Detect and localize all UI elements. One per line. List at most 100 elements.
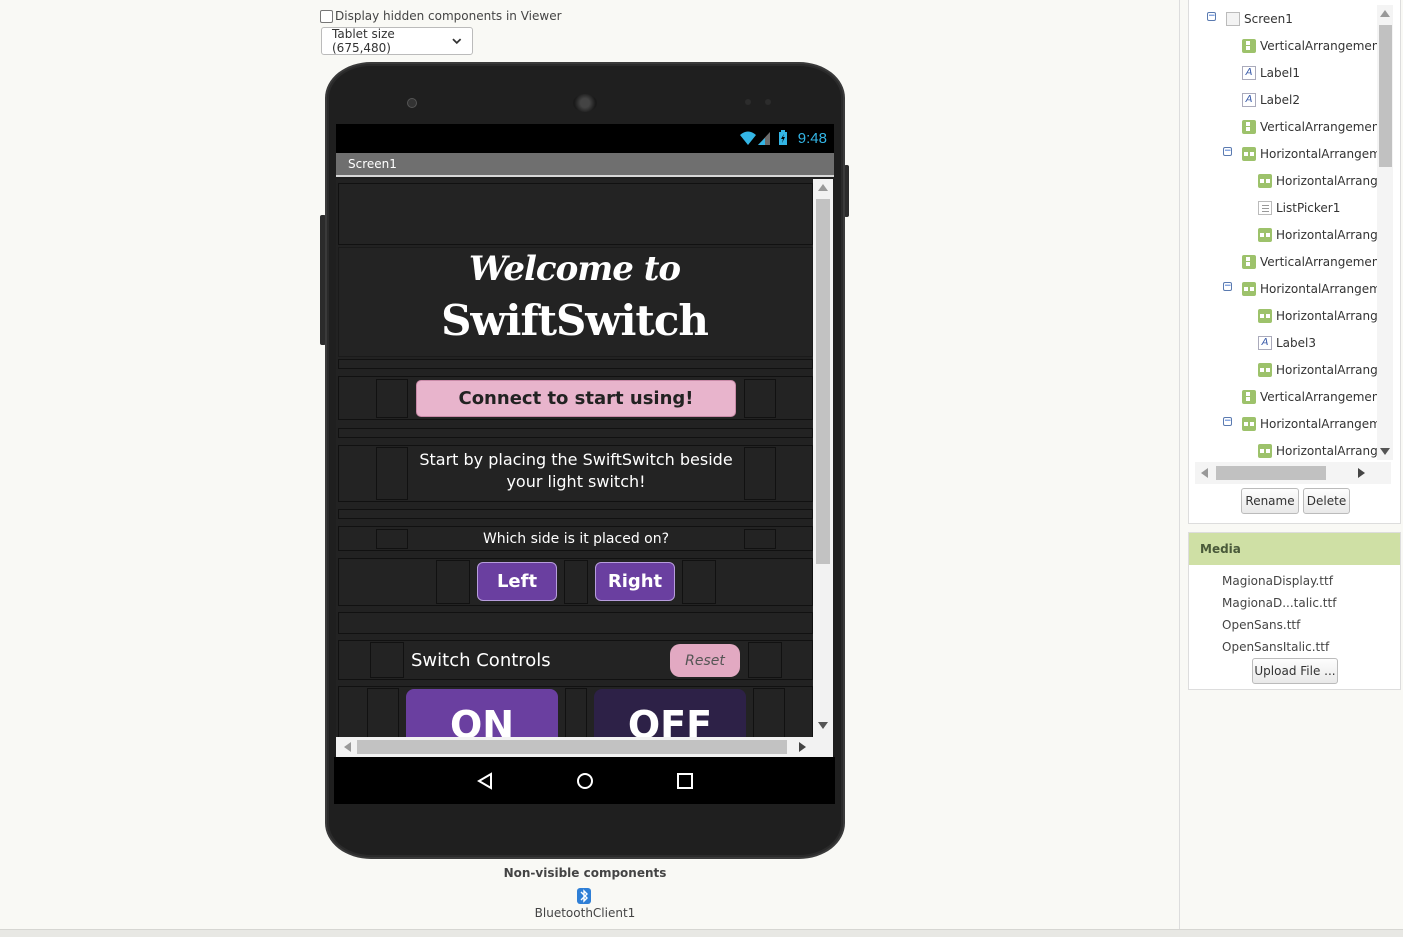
right-button[interactable]: Right	[595, 562, 675, 601]
spacer-box[interactable]	[744, 447, 776, 500]
rename-button[interactable]: Rename	[1241, 488, 1299, 514]
horizontal-arrangement-icon	[1258, 444, 1272, 458]
tree-item[interactable]: HorizontalArrangement	[1258, 361, 1377, 379]
tree-item-label: HorizontalArrangement	[1260, 147, 1377, 161]
spacer-box[interactable]	[565, 688, 587, 737]
tree-item[interactable]: HorizontalArrangement	[1242, 415, 1377, 433]
spacer-arrangement[interactable]	[338, 428, 813, 438]
spacer-box[interactable]	[753, 688, 785, 737]
spacer-box[interactable]	[376, 529, 408, 549]
scrollbar-thumb[interactable]	[1379, 25, 1392, 167]
scroll-down-arrow-icon[interactable]	[1380, 448, 1390, 455]
spacer-box[interactable]	[376, 379, 408, 418]
tree-item[interactable]: HorizontalArrangement	[1258, 442, 1377, 460]
delete-button[interactable]: Delete	[1303, 488, 1350, 514]
spacer-box[interactable]	[682, 560, 716, 604]
spacer-box[interactable]	[436, 560, 470, 604]
scroll-down-arrow-icon[interactable]	[818, 722, 828, 729]
spacer-box[interactable]	[744, 529, 776, 549]
tree-item[interactable]: VerticalArrangement2	[1242, 118, 1377, 136]
tree-item[interactable]: HorizontalArrangement	[1258, 172, 1377, 190]
spacer-box[interactable]	[367, 688, 399, 737]
collapse-icon[interactable]: −	[1223, 147, 1232, 156]
app-vertical-scrollbar[interactable]	[813, 179, 833, 737]
vertical-arrangement-icon	[1242, 255, 1256, 269]
connect-button[interactable]: Connect to start using!	[416, 380, 736, 417]
tree-item[interactable]: VerticalArrangement3	[1242, 253, 1377, 271]
spacer-box[interactable]	[748, 642, 782, 678]
app-screen: Welcome to SwiftSwitch Connect to start …	[336, 179, 813, 737]
horizontal-arrangement-icon	[1242, 417, 1256, 431]
app-name-label[interactable]: SwiftSwitch	[336, 296, 813, 345]
media-file[interactable]: OpenSans.ttf	[1222, 618, 1300, 632]
spacer-box[interactable]	[376, 447, 408, 500]
bluetooth-client-label[interactable]: BluetoothClient1	[485, 906, 685, 920]
tree-item[interactable]: HorizontalArrangement	[1242, 145, 1377, 163]
media-file[interactable]: OpenSansItalic.ttf	[1222, 640, 1329, 654]
horizontal-arrangement-icon	[1258, 309, 1272, 323]
horizontal-arrangement-icon	[1258, 228, 1272, 242]
spacer-arrangement[interactable]	[338, 509, 813, 519]
back-icon[interactable]	[477, 772, 493, 790]
media-file[interactable]: MagionaD...talic.ttf	[1222, 596, 1336, 610]
scrollbar-thumb[interactable]	[357, 740, 787, 754]
scrollbar-thumb[interactable]	[1216, 466, 1326, 480]
scroll-up-arrow-icon[interactable]	[818, 184, 828, 191]
horizontal-arrangement-icon	[1242, 147, 1256, 161]
switch-controls-label[interactable]: Switch Controls	[411, 650, 611, 671]
media-file[interactable]: MagionaDisplay.ttf	[1222, 574, 1333, 588]
tree-vertical-scrollbar[interactable]	[1377, 5, 1393, 460]
off-button[interactable]: OFF	[594, 689, 746, 737]
vertical-arrangement-1[interactable]	[338, 183, 813, 245]
sensor-icon	[765, 99, 771, 105]
on-button[interactable]: ON	[406, 689, 558, 737]
preview-size-select[interactable]: Tablet size (675,480)	[321, 27, 473, 55]
instruction-text-line-2[interactable]: your light switch!	[408, 472, 744, 491]
app-horizontal-scrollbar[interactable]	[336, 737, 833, 757]
spacer-box[interactable]	[370, 642, 404, 678]
scroll-left-arrow-icon[interactable]	[1201, 468, 1208, 478]
components-tree: − Screen1 VerticalArrangement1 A Label1 A…	[1195, 0, 1377, 460]
collapse-icon[interactable]: −	[1223, 282, 1232, 291]
scroll-right-arrow-icon[interactable]	[799, 742, 806, 752]
tree-item[interactable]: A Label1	[1242, 64, 1300, 82]
tree-item[interactable]: HorizontalArrangement	[1242, 280, 1377, 298]
spacer-box[interactable]	[744, 379, 776, 418]
sensor-icon	[745, 99, 751, 105]
tree-item[interactable]: A Label3	[1258, 334, 1316, 352]
tree-horizontal-scrollbar[interactable]	[1195, 462, 1391, 484]
spacer-arrangement[interactable]	[338, 359, 813, 369]
tree-item-label: HorizontalArrangement	[1276, 174, 1377, 188]
bluetooth-icon[interactable]	[576, 887, 592, 905]
recents-icon[interactable]	[676, 772, 694, 790]
spacer-arrangement[interactable]	[338, 612, 813, 634]
side-question-label[interactable]: Which side is it placed on?	[408, 531, 744, 547]
tree-item[interactable]: HorizontalArrangement	[1258, 307, 1377, 325]
collapse-icon[interactable]: −	[1223, 417, 1232, 426]
home-icon[interactable]	[576, 772, 594, 790]
scrollbar-thumb[interactable]	[816, 199, 830, 564]
instruction-text-line-1[interactable]: Start by placing the SwiftSwitch beside	[408, 450, 744, 469]
spacer-box[interactable]	[564, 560, 588, 604]
tree-item-screen1[interactable]: Screen1	[1226, 10, 1293, 28]
scroll-up-arrow-icon[interactable]	[1380, 10, 1390, 17]
tree-item-label: Screen1	[1244, 12, 1293, 26]
tree-item[interactable]: ListPicker1	[1258, 199, 1340, 217]
tree-item[interactable]: HorizontalArrangement	[1258, 226, 1377, 244]
scroll-left-arrow-icon[interactable]	[344, 742, 351, 752]
collapse-icon[interactable]: −	[1207, 12, 1216, 21]
upload-file-button[interactable]: Upload File ...	[1252, 658, 1338, 684]
display-hidden-checkbox[interactable]	[320, 9, 333, 23]
scroll-right-arrow-icon[interactable]	[1358, 468, 1365, 478]
tree-item[interactable]: VerticalArrangement1	[1242, 37, 1377, 55]
left-button[interactable]: Left	[477, 562, 557, 601]
signal-icon	[758, 132, 770, 145]
tree-item[interactable]: A Label2	[1242, 91, 1300, 109]
display-hidden-components-option[interactable]: Display hidden components in Viewer	[320, 9, 562, 23]
earpiece-speaker-icon	[573, 94, 597, 112]
tree-item[interactable]: VerticalArrangement4	[1242, 388, 1377, 406]
reset-button[interactable]: Reset	[670, 644, 740, 677]
welcome-title-label[interactable]: Welcome to	[336, 249, 813, 289]
tree-item-label: HorizontalArrangement	[1276, 228, 1377, 242]
vertical-arrangement-icon	[1242, 120, 1256, 134]
